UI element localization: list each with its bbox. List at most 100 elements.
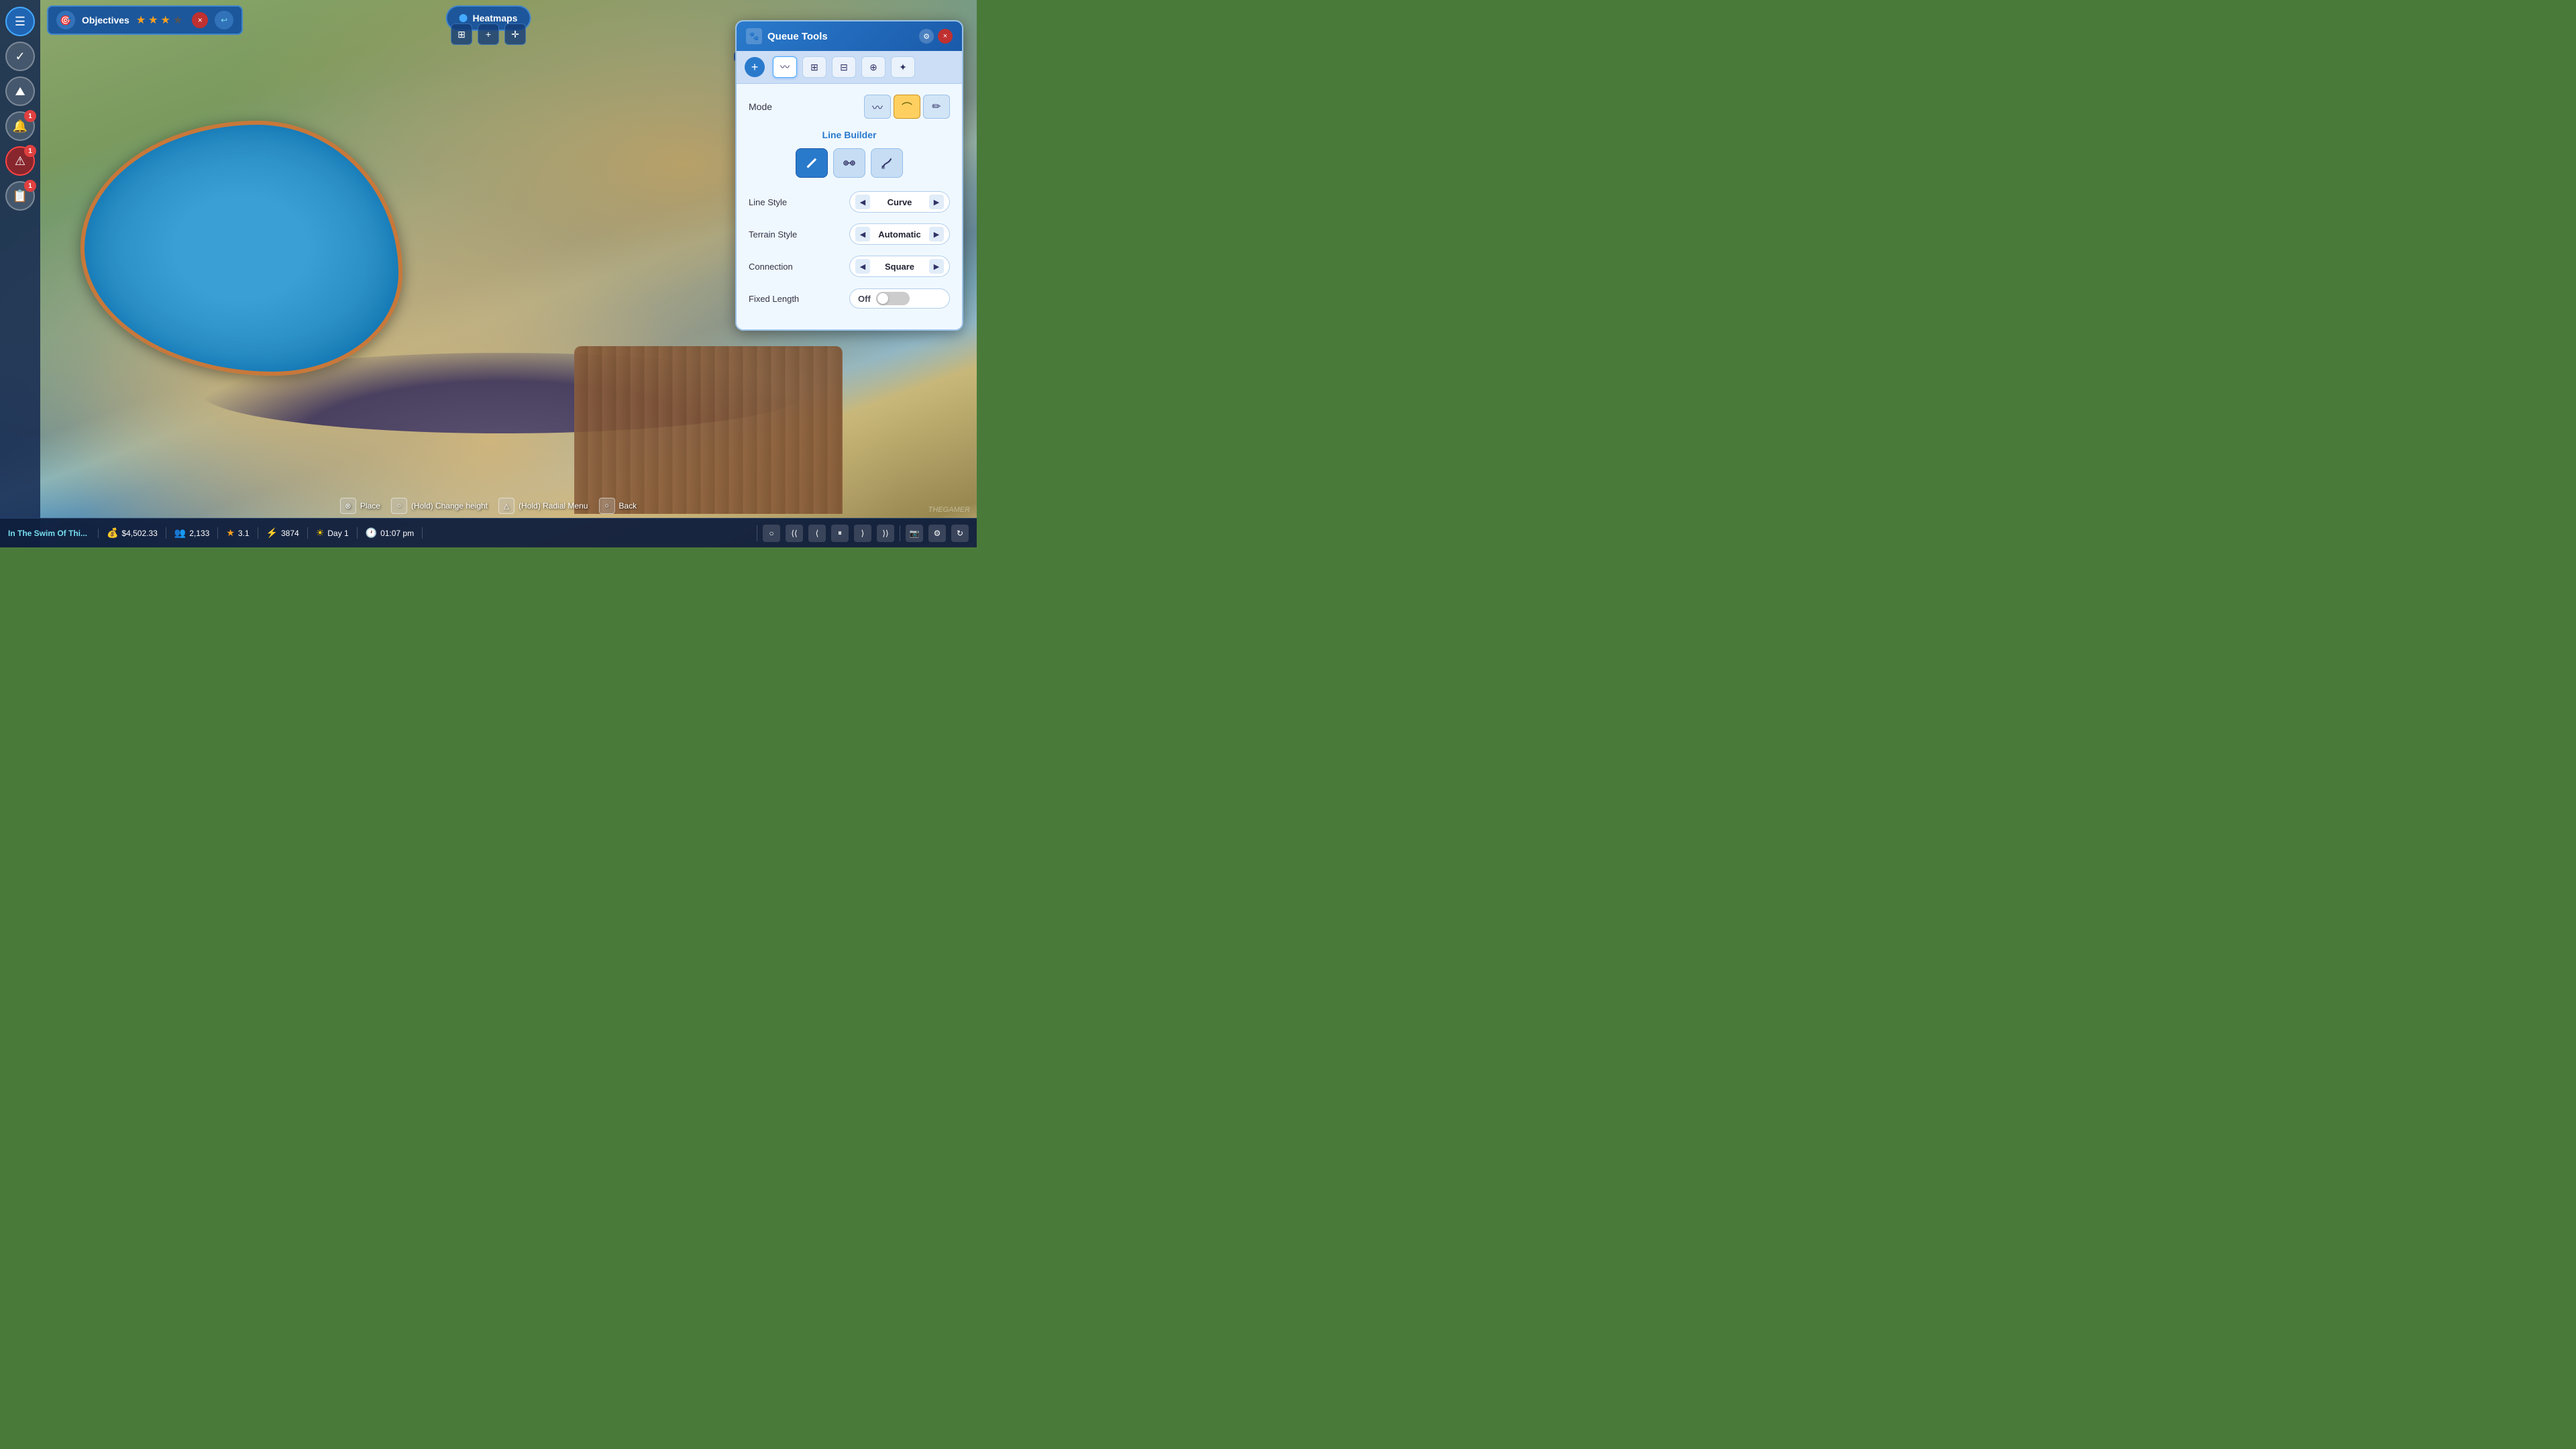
line-style-next-btn[interactable]: ▶ (929, 195, 944, 209)
panel-title: Queue Tools (767, 31, 828, 42)
visitors-icon: 👥 (174, 527, 186, 539)
line-style-control: ◀ Curve ▶ (849, 191, 950, 213)
mode-buttons: 〰 ⌒ ✏ (864, 95, 950, 119)
watermark: THEGAMER (928, 506, 970, 514)
tab-add-btn[interactable]: + (745, 57, 765, 77)
terrain-style-control: ◀ Automatic ▶ (849, 223, 950, 245)
status-time: 🕐 01:07 pm (358, 527, 423, 539)
hint-height: ○ (Hold) Change height (391, 498, 488, 514)
sidebar-btn-checkmark[interactable]: ✓ (5, 42, 35, 71)
status-visitors: 👥 2,133 (166, 527, 218, 539)
sidebar-btn-tasks[interactable]: 📋 1 (5, 181, 35, 211)
star-4: ★ (173, 13, 182, 27)
sidebar-btn-mountain[interactable]: ⛰ (5, 76, 35, 106)
line-style-value: Curve (876, 197, 923, 207)
panel-close-btn[interactable]: × (938, 29, 953, 44)
money-icon: 💰 (107, 527, 118, 539)
objectives-icon: 🎯 (56, 11, 75, 30)
line-builder-buttons (749, 148, 950, 178)
hint-back-label: Back (619, 501, 637, 511)
hint-back-btn: ○ (598, 498, 614, 514)
queue-tools-panel: 🐾 Queue Tools ⚙ × + 〰 ⊞ ⊟ ⊕ ✦ Mode 〰 ⌒ ✏… (735, 20, 963, 331)
terrain-style-next-btn[interactable]: ▶ (929, 227, 944, 241)
rating-icon: ★ (226, 527, 235, 539)
tab-adjust[interactable]: ⊕ (861, 56, 885, 78)
status-money: 💰 $4,502.33 (99, 527, 166, 539)
rating-value: 3.1 (238, 529, 250, 538)
tab-extra[interactable]: ✦ (891, 56, 915, 78)
panel-settings-btn[interactable]: ⚙ (919, 29, 934, 44)
mission-name: In The Swim Of Thi... (8, 529, 99, 538)
sidebar-btn-notification[interactable]: 🔔 1 (5, 111, 35, 141)
connection-prev-btn[interactable]: ◀ (855, 259, 870, 274)
tab-path[interactable]: 〰 (773, 56, 797, 78)
connection-next-btn[interactable]: ▶ (929, 259, 944, 274)
fixed-length-toggle[interactable] (876, 292, 910, 305)
toggle-thumb (877, 293, 888, 304)
time-value: 01:07 pm (380, 529, 414, 538)
sidebar-btn-menu[interactable]: ☰ (5, 7, 35, 36)
tab-grid[interactable]: ⊞ (802, 56, 826, 78)
notification-badge: 1 (24, 110, 36, 122)
line-style-label: Line Style (749, 197, 849, 207)
playback-hold-btn[interactable]: ○ (763, 525, 780, 542)
fixed-length-label: Fixed Length (749, 294, 849, 304)
connection-value: Square (876, 262, 923, 272)
sidebar-btn-alert[interactable]: ⚠ 1 (5, 146, 35, 176)
camera-controls: ⊞ + ✛ (451, 23, 526, 45)
playback-next-btn[interactable]: ⟩ (854, 525, 871, 542)
panel-header: 🐾 Queue Tools ⚙ × (737, 21, 962, 51)
connection-row: Connection ◀ Square ▶ (749, 254, 950, 278)
hint-place-btn: ⊗ (340, 498, 356, 514)
playback-camera-btn[interactable]: 📷 (906, 525, 923, 542)
tab-layers[interactable]: ⊟ (832, 56, 856, 78)
terrain-style-prev-btn[interactable]: ◀ (855, 227, 870, 241)
lb-pencil-btn[interactable] (796, 148, 828, 178)
terrain-style-label: Terrain Style (749, 229, 849, 239)
objectives-close-btn[interactable]: × (192, 12, 208, 28)
star-2: ★ (148, 13, 158, 27)
visitors-value: 2,133 (189, 529, 209, 538)
playback-fast-btn[interactable]: ⟩⟩ (877, 525, 894, 542)
hint-radial-label: (Hold) Radial Menu (519, 501, 588, 511)
wood-deck (574, 346, 843, 514)
line-style-row: Line Style ◀ Curve ▶ (749, 190, 950, 214)
happiness-value: 3874 (281, 529, 299, 538)
fixed-length-toggle-control: Off (849, 288, 950, 309)
toggle-off-label: Off (858, 294, 871, 304)
camera-move-btn[interactable]: ✛ (504, 23, 526, 45)
left-sidebar: ☰ ✓ ⛰ 🔔 1 ⚠ 1 📋 1 (0, 0, 40, 547)
tab-bar: + 〰 ⊞ ⊟ ⊕ ✦ (737, 51, 962, 84)
mode-btn-wave[interactable]: 〰 (864, 95, 891, 119)
connection-control: ◀ Square ▶ (849, 256, 950, 277)
objectives-extra-btn[interactable]: ↩ (215, 11, 233, 30)
hint-radial-btn: △ (498, 498, 515, 514)
action-hints: ⊗ Place ○ (Hold) Change height △ (Hold) … (340, 498, 637, 514)
money-value: $4,502.33 (121, 529, 157, 538)
star-row: ★ ★ ★ ★ (136, 13, 182, 27)
mode-btn-curve[interactable]: ⌒ (894, 95, 920, 119)
lb-chain-btn[interactable] (833, 148, 865, 178)
playback-pause-btn[interactable]: ⏸ (831, 525, 849, 542)
tasks-badge: 1 (24, 180, 36, 192)
objectives-title: Objectives (82, 15, 129, 25)
line-style-prev-btn[interactable]: ◀ (855, 195, 870, 209)
lb-brush-btn[interactable] (871, 148, 903, 178)
panel-controls: ⚙ × (919, 29, 953, 44)
mode-btn-brush[interactable]: ✏ (923, 95, 950, 119)
alert-badge: 1 (24, 145, 36, 157)
playback-prev-btn[interactable]: ⟨ (808, 525, 826, 542)
objectives-panel: 🎯 Objectives ★ ★ ★ ★ × ↩ (47, 5, 243, 35)
camera-square-btn[interactable]: ⊞ (451, 23, 472, 45)
playback-settings-btn[interactable]: ⚙ (928, 525, 946, 542)
star-1: ★ (136, 13, 146, 27)
hint-place-label: Place (360, 501, 380, 511)
happiness-icon: ⚡ (266, 527, 278, 539)
terrain-style-value: Automatic (876, 229, 923, 239)
day-icon: ☀ (316, 527, 325, 539)
mode-row: Mode 〰 ⌒ ✏ (749, 95, 950, 119)
playback-refresh-btn[interactable]: ↻ (951, 525, 969, 542)
camera-plus-btn[interactable]: + (478, 23, 499, 45)
hint-height-label: (Hold) Change height (411, 501, 488, 511)
playback-rewind-btn[interactable]: ⟨⟨ (786, 525, 803, 542)
